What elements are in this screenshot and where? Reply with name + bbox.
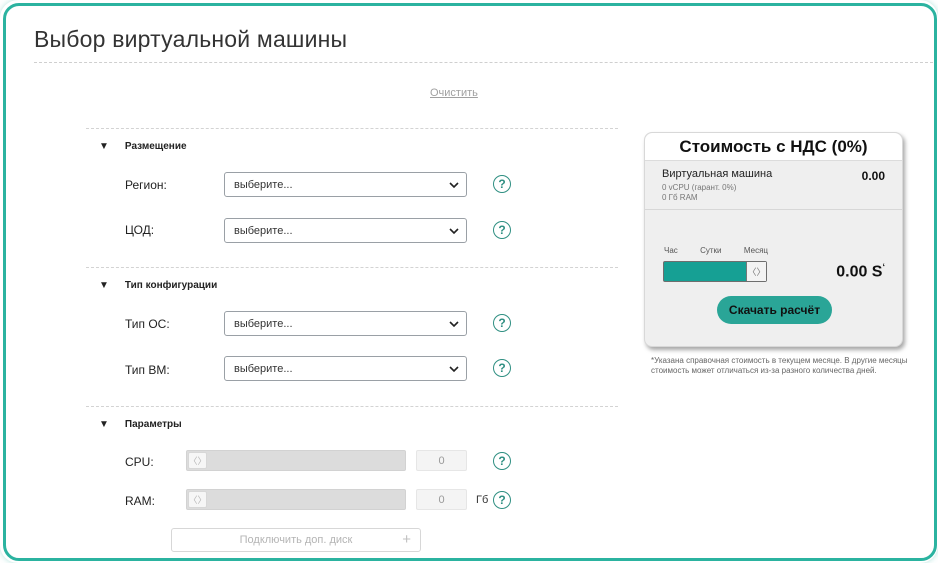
vm-type-select-value: выберите... [234, 362, 293, 375]
page-title: Выбор виртуальной машины [34, 26, 348, 52]
cost-footnote: *Указана справочная стоимость в текущем … [651, 356, 908, 375]
cost-item-ram: 0 Гб RAM [662, 193, 698, 202]
section-divider [86, 128, 618, 129]
ram-input[interactable]: 0 [416, 489, 467, 510]
cost-panel: Стоимость с НДС (0%) Виртуальная машина … [644, 132, 903, 347]
os-type-select[interactable]: выберите... [224, 311, 467, 336]
title-divider [34, 62, 934, 63]
period-month[interactable]: Месяц [744, 246, 768, 255]
cost-item-cpu: 0 vCPU (гарант. 0%) [662, 183, 737, 192]
section-placement-header[interactable]: ▼ Размещение [99, 141, 187, 152]
dc-label: ЦОД: [125, 223, 155, 237]
help-icon[interactable]: ? [493, 175, 511, 193]
cpu-slider[interactable]: 〈〉 [186, 450, 406, 471]
total-cost-mark: ‘ [882, 262, 885, 272]
ram-unit: Гб [476, 494, 489, 506]
chevron-down-icon [449, 228, 459, 235]
section-divider [86, 406, 618, 407]
os-type-label: Тип ОС: [125, 317, 170, 331]
collapse-triangle-icon[interactable]: ▼ [99, 280, 109, 291]
period-labels: Час Сутки Месяц [664, 246, 768, 255]
section-params-header[interactable]: ▼ Параметры [99, 419, 182, 430]
main-frame: Выбор виртуальной машины Очистить ▼ Разм… [3, 3, 937, 561]
section-title: Тип конфигурации [124, 280, 218, 291]
section-config-header[interactable]: ▼ Тип конфигурации [99, 280, 217, 291]
cost-item-value: 0.00 [861, 169, 885, 183]
clear-link[interactable]: Очистить [430, 87, 478, 99]
cpu-label: CPU: [125, 455, 154, 469]
collapse-triangle-icon[interactable]: ▼ [99, 141, 109, 152]
help-icon[interactable]: ? [493, 452, 511, 470]
section-divider [86, 267, 618, 268]
dc-select[interactable]: выберите... [224, 218, 467, 243]
period-day[interactable]: Сутки [700, 246, 721, 255]
ram-label: RAM: [125, 494, 155, 508]
download-calc-button[interactable]: Скачать расчёт [717, 296, 832, 324]
slider-handle[interactable]: 〈〉 [188, 452, 207, 469]
collapse-triangle-icon[interactable]: ▼ [99, 419, 109, 430]
slider-handle[interactable]: 〈〉 [188, 491, 207, 508]
chevron-down-icon [449, 366, 459, 373]
cost-item: Виртуальная машина 0.00 0 vCPU (гарант. … [645, 161, 902, 210]
help-icon[interactable]: ? [493, 359, 511, 377]
total-cost-value: 0.00 S [836, 263, 883, 281]
cost-item-name: Виртуальная машина [662, 168, 773, 180]
period-hour[interactable]: Час [664, 246, 678, 255]
chevron-down-icon [449, 321, 459, 328]
total-cost: 0.00 S‘ [836, 262, 885, 281]
section-title: Размещение [124, 141, 187, 152]
period-slider[interactable]: 〈〉 [663, 261, 767, 282]
vm-type-label: Тип ВМ: [125, 363, 170, 377]
help-icon[interactable]: ? [493, 221, 511, 239]
add-disk-label: Подключить доп. диск [239, 534, 353, 546]
region-select-value: выберите... [234, 178, 293, 191]
add-disk-button[interactable]: Подключить доп. диск + [171, 528, 421, 552]
cpu-input[interactable]: 0 [416, 450, 467, 471]
help-icon[interactable]: ? [493, 314, 511, 332]
os-type-select-value: выберите... [234, 317, 293, 330]
section-title: Параметры [124, 419, 182, 430]
region-select[interactable]: выберите... [224, 172, 467, 197]
ram-slider[interactable]: 〈〉 [186, 489, 406, 510]
cost-header: Стоимость с НДС (0%) [645, 133, 902, 161]
slider-handle[interactable]: 〈〉 [746, 262, 766, 281]
help-icon[interactable]: ? [493, 491, 511, 509]
plus-icon: + [402, 531, 411, 548]
chevron-down-icon [449, 182, 459, 189]
region-label: Регион: [125, 178, 167, 192]
dc-select-value: выберите... [234, 224, 293, 237]
vm-type-select[interactable]: выберите... [224, 356, 467, 381]
